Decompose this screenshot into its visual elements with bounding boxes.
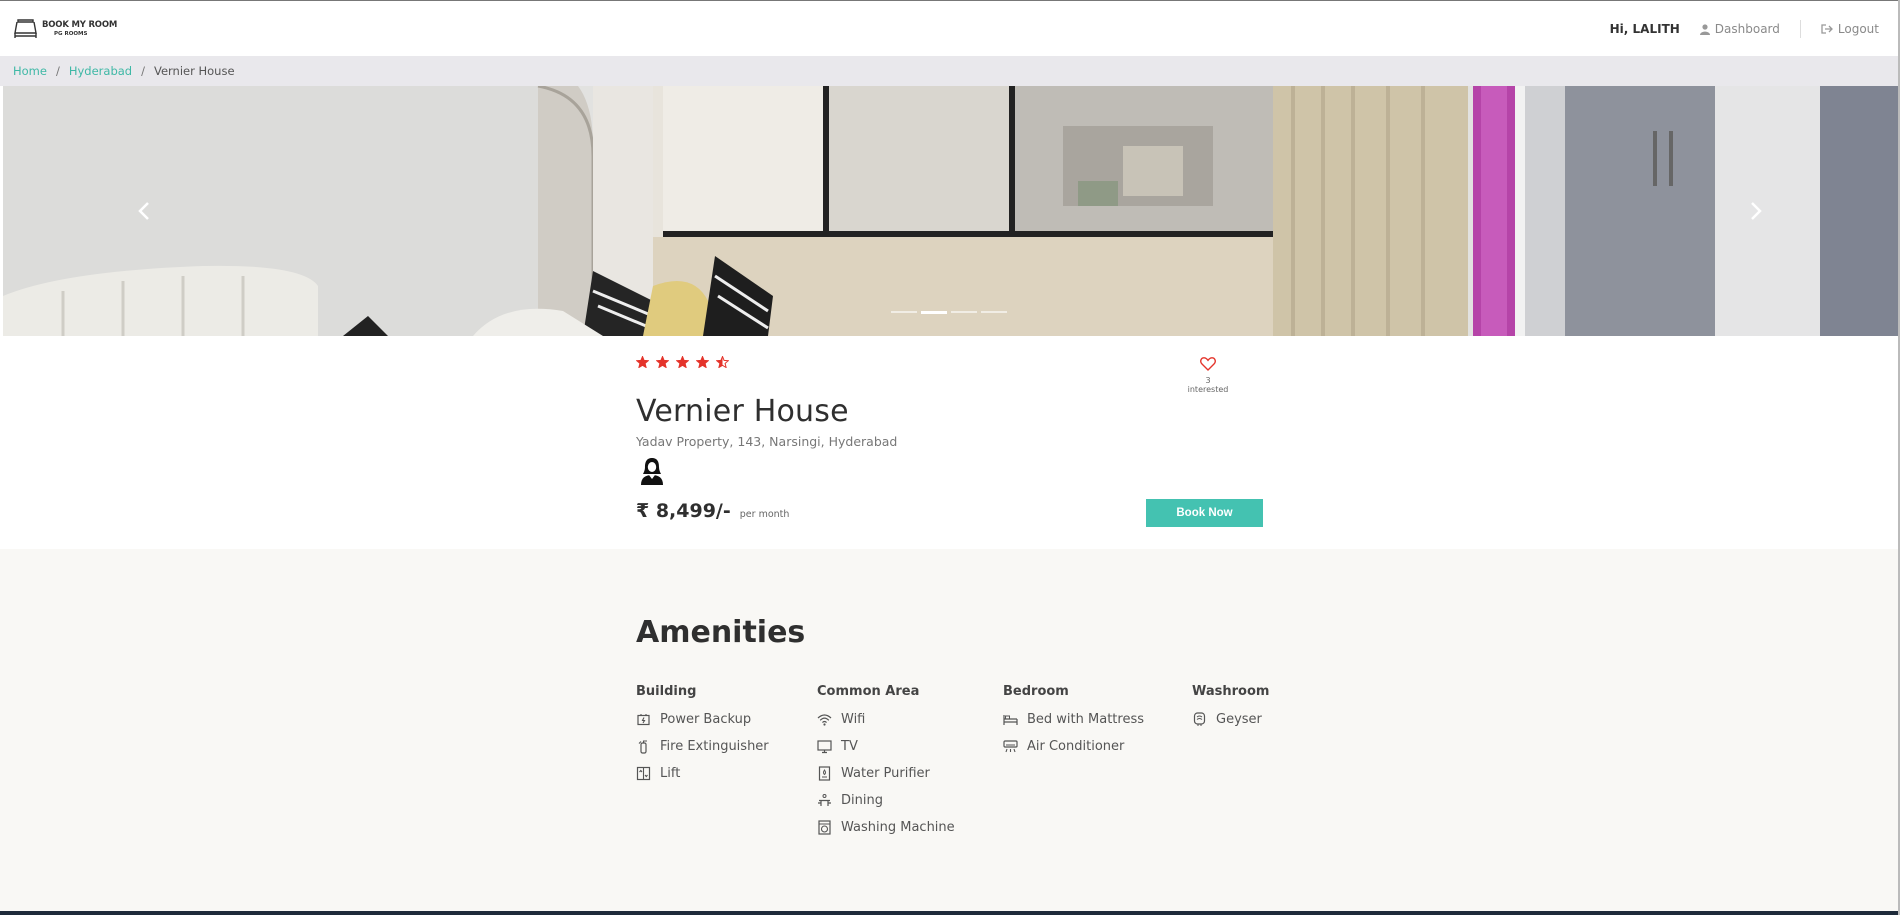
amenity-label: Washing Machine — [841, 820, 955, 835]
amenity-item: Dining — [817, 787, 955, 814]
amenity-group-title: Washroom — [1192, 684, 1270, 699]
breadcrumb-separator: / — [141, 64, 145, 78]
carousel-prev-button[interactable] — [129, 196, 159, 226]
amenity-label: Lift — [660, 766, 681, 781]
price-unit: per month — [739, 509, 790, 520]
nav-divider — [1799, 20, 1801, 38]
amenity-item: Lift — [636, 760, 769, 787]
heart-icon — [1200, 357, 1216, 371]
carousel-indicator[interactable] — [951, 311, 977, 313]
amenities-section: Amenities Building Power Backup Fire Ext… — [0, 549, 1900, 915]
breadcrumb: Home / Hyderabad / Vernier House — [0, 56, 1900, 86]
amenity-group-title: Bedroom — [1003, 684, 1069, 699]
amenity-group-building: Building Power Backup Fire Extinguisher … — [636, 684, 769, 787]
property-title: Vernier House — [636, 394, 849, 429]
dining-icon — [818, 794, 831, 806]
carousel-next-button[interactable] — [1741, 196, 1771, 226]
star-rating — [636, 356, 1264, 368]
user-icon — [1699, 23, 1710, 35]
amenity-group-title: Common Area — [817, 684, 920, 699]
fire-extinguisher-icon — [638, 740, 647, 754]
water-purifier-icon — [818, 766, 831, 781]
female-icon — [641, 458, 663, 485]
room-photo — [3, 86, 1900, 336]
amenity-group-washroom: Washroom Geyser — [1192, 684, 1269, 733]
amenities-title: Amenities — [636, 615, 806, 650]
amenity-label: Power Backup — [660, 712, 752, 727]
star-full-icon — [636, 356, 649, 368]
sign-out-icon — [1821, 24, 1833, 34]
power-backup-icon — [637, 714, 650, 726]
amenity-label: TV — [841, 739, 858, 754]
amenity-item: Water Purifier — [817, 760, 955, 787]
user-greeting: Hi, LALITH — [1609, 22, 1680, 36]
breadcrumb-home[interactable]: Home — [13, 64, 47, 78]
star-full-icon — [676, 356, 689, 368]
amenity-item: Air Conditioner — [1003, 733, 1144, 760]
logout-label: Logout — [1837, 22, 1879, 36]
amenity-label: Geyser — [1216, 712, 1262, 727]
amenity-item: Washing Machine — [817, 814, 955, 841]
amenity-group-title: Building — [636, 684, 697, 699]
bed-logo-icon — [14, 19, 37, 38]
amenity-item: Power Backup — [636, 706, 769, 733]
amenity-group-common-area: Common Area Wifi TV Water Purifier Dinin… — [817, 684, 955, 841]
geyser-icon — [1193, 712, 1206, 726]
dashboard-link[interactable]: Dashboard — [1699, 22, 1780, 36]
brand-logo[interactable]: BOOK MY ROOM PG ROOMS — [13, 18, 117, 40]
chevron-left-icon — [138, 202, 149, 220]
price-value: ₹ 8,499/- — [636, 500, 731, 522]
amenity-label: Dining — [841, 793, 883, 808]
amenity-label: Water Purifier — [841, 766, 930, 781]
brand-tagline: PG ROOMS — [54, 31, 88, 37]
top-navbar: BOOK MY ROOM PG ROOMS Hi, LALITH Dashboa… — [0, 0, 1900, 56]
air-conditioner-icon — [1003, 740, 1018, 753]
logout-link[interactable]: Logout — [1821, 22, 1879, 36]
breadcrumb-city[interactable]: Hyderabad — [69, 64, 132, 78]
interested-count: 3 interested — [1187, 376, 1229, 394]
dashboard-label: Dashboard — [1714, 22, 1780, 36]
amenity-item: Bed with Mattress — [1003, 706, 1144, 733]
property-summary: 3 interested Vernier House Yadav Propert… — [636, 356, 1264, 527]
wifi-icon — [817, 714, 832, 726]
amenity-item: Wifi — [817, 706, 955, 733]
book-now-button[interactable]: Book Now — [1146, 499, 1263, 527]
star-half-icon — [716, 356, 729, 368]
carousel-indicator[interactable] — [891, 311, 917, 313]
chevron-right-icon — [1751, 202, 1762, 220]
amenity-group-bedroom: Bedroom Bed with Mattress Air Conditione… — [1003, 684, 1144, 760]
tv-icon — [817, 740, 832, 754]
lift-icon — [636, 766, 651, 781]
breadcrumb-separator: / — [55, 64, 60, 78]
favorite-button[interactable]: 3 interested — [1184, 356, 1232, 394]
property-address: Yadav Property, 143, Narsingi, Hyderabad — [636, 434, 898, 449]
amenity-label: Air Conditioner — [1027, 739, 1125, 754]
carousel-indicator[interactable] — [981, 311, 1007, 313]
price: ₹ 8,499/- per month — [636, 500, 789, 522]
photo-carousel[interactable] — [3, 86, 1900, 336]
amenity-label: Wifi — [841, 712, 866, 727]
breadcrumb-current: Vernier House — [153, 64, 235, 78]
bed-icon — [1003, 715, 1018, 725]
footer-edge — [0, 911, 1900, 915]
amenity-label: Fire Extinguisher — [660, 739, 769, 754]
star-full-icon — [656, 356, 669, 368]
carousel-indicators — [891, 311, 1011, 314]
amenity-item: Fire Extinguisher — [636, 733, 769, 760]
brand-name: BOOK MY ROOM — [42, 19, 118, 30]
star-full-icon — [696, 356, 709, 368]
carousel-indicator[interactable] — [921, 311, 947, 314]
amenity-item: Geyser — [1192, 706, 1269, 733]
amenity-label: Bed with Mattress — [1027, 712, 1144, 727]
amenity-item: TV — [817, 733, 955, 760]
washing-machine-icon — [818, 820, 831, 835]
